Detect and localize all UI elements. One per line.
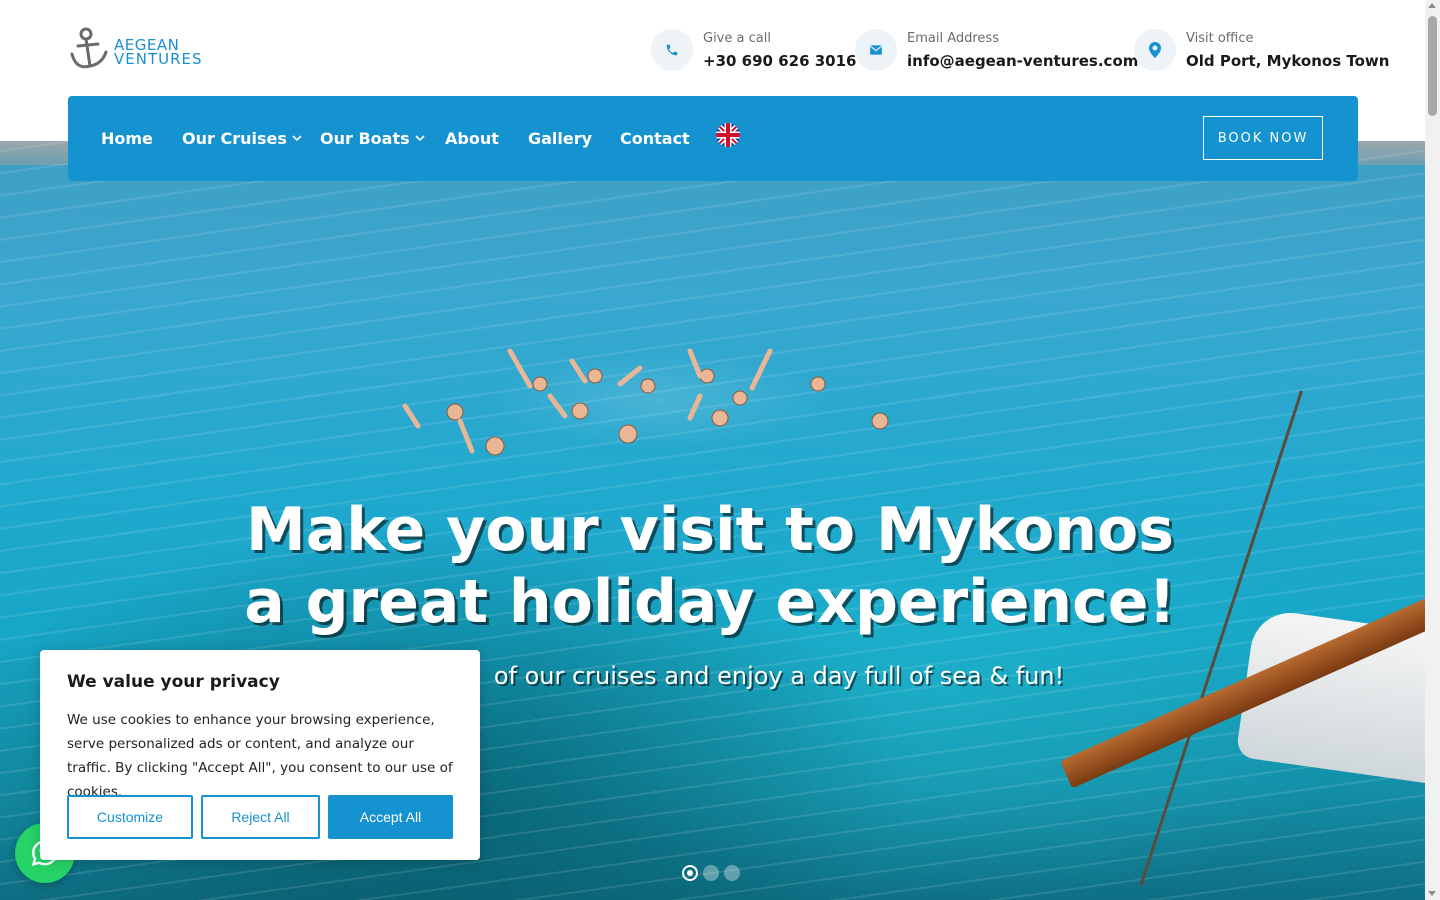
- map-pin-icon: [1134, 29, 1176, 71]
- contact-office-label: Visit office: [1186, 30, 1254, 46]
- contact-email[interactable]: Email Address info@aegean-ventures.com: [855, 28, 1138, 72]
- cookie-reject-all-button[interactable]: Reject All: [201, 795, 320, 839]
- logo-line2: VENTURES: [114, 50, 203, 68]
- nav-item-about[interactable]: About: [445, 96, 499, 181]
- slider-dot-3[interactable]: [724, 865, 740, 881]
- uk-flag-icon[interactable]: [716, 123, 740, 147]
- anchor-icon: [70, 27, 108, 69]
- scrollbar-thumb[interactable]: [1428, 16, 1437, 116]
- contact-phone[interactable]: Give a call +30 690 626 3016: [651, 28, 856, 72]
- contact-email-value[interactable]: info@aegean-ventures.com: [907, 52, 1138, 70]
- slider-dot-2[interactable]: [703, 865, 719, 881]
- site-logo[interactable]: AEGEAN VENTURES: [68, 26, 223, 72]
- hero-headline: Make your visit to Mykonos a great holid…: [200, 494, 1220, 638]
- phone-icon: [651, 29, 693, 71]
- contact-office[interactable]: Visit office Old Port, Mykonos Town: [1134, 28, 1389, 72]
- nav-item-label: Gallery: [528, 129, 593, 148]
- scroll-down-arrow-icon[interactable]: [1428, 891, 1436, 896]
- nav-item-label: Our Cruises: [182, 129, 287, 148]
- nav-item-label: Home: [101, 129, 153, 148]
- contact-office-value[interactable]: Old Port, Mykonos Town: [1186, 52, 1389, 70]
- cookie-consent-dialog: We value your privacy We use cookies to …: [40, 650, 480, 860]
- cookie-accept-all-button[interactable]: Accept All: [328, 795, 453, 839]
- cookie-description: We use cookies to enhance your browsing …: [67, 712, 453, 800]
- swimmers-image: [402, 348, 889, 456]
- logo-wordmark: AEGEAN VENTURES: [114, 38, 203, 68]
- scroll-up-arrow-icon[interactable]: [1428, 3, 1436, 8]
- page-scrollbar[interactable]: [1425, 0, 1440, 900]
- nav-item-our-boats[interactable]: Our Boats: [320, 96, 425, 181]
- hero-headline-line1: Make your visit to Mykonos: [246, 495, 1174, 565]
- nav-item-home[interactable]: Home: [101, 96, 153, 181]
- nav-item-label: Contact: [620, 129, 690, 148]
- contact-phone-label: Give a call: [703, 30, 771, 46]
- cookie-customize-button[interactable]: Customize: [67, 795, 193, 839]
- chevron-down-icon: [292, 135, 302, 142]
- nav-item-our-cruises[interactable]: Our Cruises: [182, 96, 302, 181]
- contact-phone-value[interactable]: +30 690 626 3016: [703, 52, 856, 70]
- nav-item-gallery[interactable]: Gallery: [528, 96, 592, 181]
- slider-dot-1[interactable]: [682, 865, 698, 881]
- chevron-down-icon: [415, 135, 425, 142]
- book-now-button[interactable]: BOOK NOW: [1203, 116, 1323, 160]
- contact-email-label: Email Address: [907, 30, 999, 46]
- main-navigation: Home Our Cruises Our Boats About Gallery…: [68, 96, 1358, 181]
- envelope-icon: [855, 29, 897, 71]
- hero-headline-line2: a great holiday experience!: [244, 567, 1176, 637]
- nav-item-contact[interactable]: Contact: [620, 96, 690, 181]
- nav-item-label: About: [445, 129, 499, 148]
- cookie-title: We value your privacy: [67, 672, 280, 692]
- slider-pagination: [682, 864, 740, 882]
- nav-item-label: Our Boats: [320, 129, 410, 148]
